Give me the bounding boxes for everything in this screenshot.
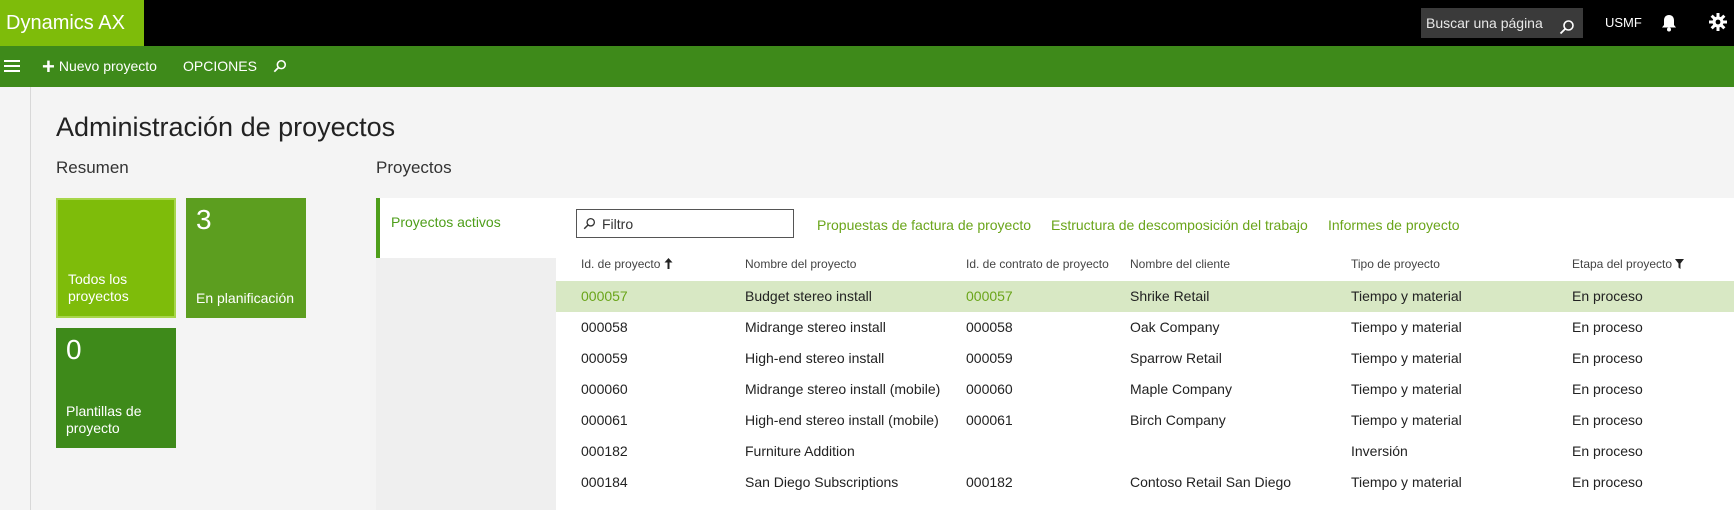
cell-project-type: Tiempo y material bbox=[1351, 474, 1462, 490]
page-title: Administración de proyectos bbox=[56, 112, 396, 142]
cell-project-type: Tiempo y material bbox=[1351, 319, 1462, 335]
column-header-contract-id[interactable]: Id. de contrato de proyecto bbox=[966, 257, 1109, 271]
projects-content: Filtro Propuestas de factura de proyecto… bbox=[556, 198, 1734, 510]
navigation-pane[interactable] bbox=[0, 87, 31, 510]
column-header-project-stage[interactable]: Etapa del proyecto bbox=[1572, 257, 1685, 271]
cell-contract-id[interactable]: 000057 bbox=[966, 288, 1013, 304]
tab-label: Proyectos activos bbox=[391, 214, 501, 230]
table-row[interactable]: 000059 High-end stereo install 000059 Sp… bbox=[556, 343, 1734, 374]
cell-project-id[interactable]: 000059 bbox=[581, 350, 628, 366]
search-icon bbox=[583, 217, 596, 233]
cell-project-stage: En proceso bbox=[1572, 443, 1643, 459]
cell-project-id[interactable]: 000061 bbox=[581, 412, 628, 428]
table-row[interactable]: 000057 Budget stereo install 000057 Shri… bbox=[556, 281, 1734, 312]
table-row[interactable]: 000061 High-end stereo install (mobile) … bbox=[556, 405, 1734, 436]
company-selector[interactable]: USMF bbox=[1605, 0, 1642, 46]
cell-project-id[interactable]: 000060 bbox=[581, 381, 628, 397]
column-header-project-id[interactable]: Id. de proyecto bbox=[581, 257, 673, 271]
table-row[interactable]: 000058 Midrange stereo install 000058 Oa… bbox=[556, 312, 1734, 343]
cell-project-name: Furniture Addition bbox=[745, 443, 855, 459]
cell-project-type: Tiempo y material bbox=[1351, 412, 1462, 428]
tile-count: 0 bbox=[66, 334, 82, 365]
top-bar: Dynamics AX Buscar una página USMF bbox=[0, 0, 1734, 46]
cell-project-stage: En proceso bbox=[1572, 412, 1643, 428]
search-icon[interactable] bbox=[273, 59, 287, 76]
cell-customer-name: Oak Company bbox=[1130, 319, 1220, 335]
tile-in-planning[interactable]: 3 En planificación bbox=[186, 198, 306, 318]
link-project-reports[interactable]: Informes de proyecto bbox=[1328, 217, 1460, 233]
page-search-input[interactable]: Buscar una página bbox=[1421, 8, 1583, 38]
hamburger-icon[interactable] bbox=[4, 60, 20, 72]
projects-heading: Proyectos bbox=[376, 158, 452, 177]
gear-icon[interactable] bbox=[1709, 13, 1727, 35]
cell-project-type: Tiempo y material bbox=[1351, 350, 1462, 366]
cell-project-type: Tiempo y material bbox=[1351, 288, 1462, 304]
filter-icon bbox=[1675, 257, 1685, 271]
cell-project-type: Inversión bbox=[1351, 443, 1408, 459]
cell-project-name: Budget stereo install bbox=[745, 288, 872, 304]
bell-icon[interactable] bbox=[1661, 14, 1677, 36]
cell-project-type: Tiempo y material bbox=[1351, 381, 1462, 397]
cell-customer-name: Contoso Retail San Diego bbox=[1130, 474, 1292, 490]
table-row[interactable]: 000060 Midrange stereo install (mobile) … bbox=[556, 374, 1734, 405]
cell-project-id[interactable]: 000058 bbox=[581, 319, 628, 335]
cell-project-stage: En proceso bbox=[1572, 381, 1643, 397]
cell-contract-id[interactable]: 000061 bbox=[966, 412, 1013, 428]
action-bar: + Nuevo proyecto OPCIONES bbox=[0, 46, 1734, 87]
table-row[interactable]: 000184 San Diego Subscriptions 000182 Co… bbox=[556, 467, 1734, 498]
cell-customer-name: Shrike Retail bbox=[1130, 288, 1210, 304]
table-row[interactable]: 000182 Furniture Addition Inversión En p… bbox=[556, 436, 1734, 467]
cell-project-name: High-end stereo install bbox=[745, 350, 885, 366]
new-project-label: Nuevo proyecto bbox=[58, 58, 157, 74]
tile-label: Todos los proyectos bbox=[68, 271, 129, 304]
cell-customer-name: Maple Company bbox=[1130, 381, 1232, 397]
cell-project-name: San Diego Subscriptions bbox=[745, 474, 899, 490]
cell-project-name: Midrange stereo install bbox=[745, 319, 886, 335]
cell-project-id[interactable]: 000184 bbox=[581, 474, 628, 490]
cell-contract-id[interactable]: 000182 bbox=[966, 474, 1013, 490]
cell-project-name: Midrange stereo install (mobile) bbox=[745, 381, 941, 397]
tile-all-projects[interactable]: Todos los proyectos bbox=[56, 198, 176, 318]
new-project-button[interactable]: + Nuevo proyecto bbox=[42, 46, 157, 87]
cell-customer-name: Sparrow Retail bbox=[1130, 350, 1222, 366]
cell-contract-id[interactable]: 000059 bbox=[966, 350, 1013, 366]
cell-contract-id[interactable]: 000060 bbox=[966, 381, 1013, 397]
cell-project-stage: En proceso bbox=[1572, 319, 1643, 335]
cell-project-id[interactable]: 000057 bbox=[581, 288, 628, 304]
filter-input[interactable]: Filtro bbox=[576, 209, 794, 238]
cell-project-stage: En proceso bbox=[1572, 474, 1643, 490]
link-work-breakdown-structure[interactable]: Estructura de descomposición del trabajo bbox=[1051, 217, 1308, 233]
options-button[interactable]: OPCIONES bbox=[183, 46, 257, 87]
cell-project-stage: En proceso bbox=[1572, 350, 1643, 366]
column-header-customer-name[interactable]: Nombre del cliente bbox=[1130, 257, 1230, 271]
link-invoice-proposals[interactable]: Propuestas de factura de proyecto bbox=[817, 217, 1031, 233]
page-search-placeholder: Buscar una página bbox=[1426, 15, 1543, 31]
tile-project-templates[interactable]: 0 Plantillas de proyecto bbox=[56, 328, 176, 448]
cell-customer-name: Birch Company bbox=[1130, 412, 1226, 428]
column-header-project-type[interactable]: Tipo de proyecto bbox=[1351, 257, 1440, 271]
cell-project-id[interactable]: 000182 bbox=[581, 443, 628, 459]
plus-icon: + bbox=[42, 54, 55, 79]
search-icon[interactable] bbox=[1559, 15, 1575, 45]
cell-project-name: High-end stereo install (mobile) bbox=[745, 412, 939, 428]
projects-tab-list: Proyectos activos bbox=[376, 198, 556, 510]
column-header-project-name[interactable]: Nombre del proyecto bbox=[745, 257, 856, 271]
tile-label: En planificación bbox=[196, 290, 295, 306]
tab-active-projects[interactable]: Proyectos activos bbox=[376, 198, 556, 258]
tile-label: Plantillas de proyecto bbox=[66, 403, 142, 436]
app-title[interactable]: Dynamics AX bbox=[0, 0, 144, 46]
sort-ascending-icon bbox=[664, 257, 673, 271]
cell-contract-id[interactable]: 000058 bbox=[966, 319, 1013, 335]
summary-heading: Resumen bbox=[56, 158, 129, 177]
cell-project-stage: En proceso bbox=[1572, 288, 1643, 304]
filter-placeholder: Filtro bbox=[602, 216, 634, 232]
tile-count: 3 bbox=[196, 204, 212, 235]
